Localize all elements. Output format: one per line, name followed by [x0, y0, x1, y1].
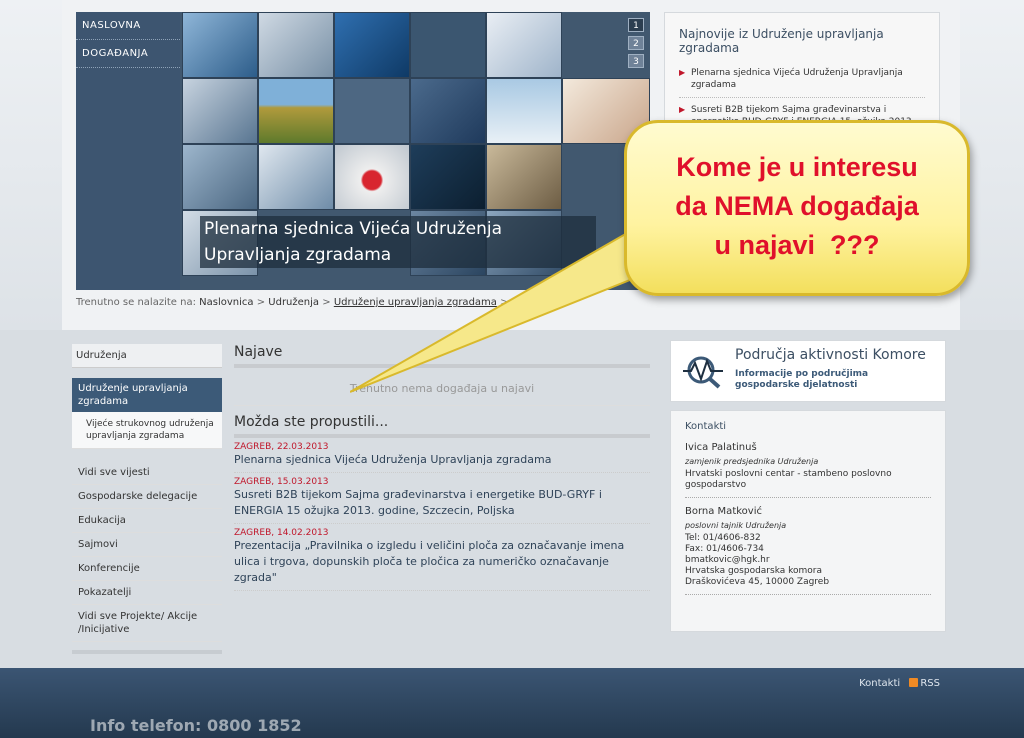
contact-tel: Tel: 01/4606-832	[685, 533, 761, 543]
tile-chart	[486, 12, 562, 78]
activity-areas-title: Područja aktivnosti Komore	[735, 347, 926, 363]
hero-page-3[interactable]: 3	[628, 54, 644, 68]
left-sidebar: Udruženja Udruženje upravljanja zgradama…	[72, 344, 222, 654]
right-column: Područja aktivnosti Komore Informacije p…	[670, 340, 946, 632]
tile-office	[182, 78, 258, 144]
breadcrumb-separator: >	[256, 297, 266, 308]
callout-line: Kome je u interesu	[676, 152, 918, 182]
contact-address: Draškovićeva 45, 10000 Zagreb	[685, 577, 830, 587]
activity-areas-box[interactable]: Područja aktivnosti Komore Informacije p…	[670, 340, 946, 402]
tile-field	[258, 78, 334, 144]
activity-areas-subtitle: Informacije po područjima gospodarske dj…	[735, 369, 869, 390]
footer-links: Kontakti RSS	[859, 678, 940, 689]
hero-page-1[interactable]: 1	[628, 18, 644, 32]
tile-meeting	[410, 144, 486, 210]
tile-cubes	[334, 144, 410, 210]
divider	[685, 497, 931, 498]
hero-nav: NASLOVNA DOGAĐANJA	[76, 12, 180, 290]
sidebar-item[interactable]: Pokazatelji	[72, 581, 222, 605]
tile-signing	[258, 144, 334, 210]
entry-title[interactable]: Plenarna sjednica Vijeća Udruženja Uprav…	[234, 452, 650, 468]
sidebar-bottom-bar	[72, 650, 222, 654]
entry-date: ZAGREB, 22.03.2013	[234, 442, 329, 452]
footer: Kontakti RSS Info telefon: 0800 1852	[0, 668, 1024, 738]
rss-icon[interactable]	[909, 678, 919, 687]
empty-events-message: Trenutno nema događaja u najavi	[234, 368, 650, 406]
sidebar-item-active[interactable]: Udruženje upravljanja zgradama	[72, 378, 222, 412]
news-title: Najnovije iz Udruženje upravljanja zgrad…	[679, 27, 884, 55]
info-phone: Info telefon: 0800 1852	[90, 716, 302, 735]
contact-org: Hrvatski poslovni centar - stambeno posl…	[685, 469, 892, 490]
contact-role: poslovni tajnik Udruženja	[685, 521, 787, 530]
sidebar-list: Vidi sve vijesti Gospodarske delegacije …	[72, 461, 222, 642]
sidebar-item[interactable]: Sajmovi	[72, 533, 222, 557]
entry-title[interactable]: Susreti B2B tijekom Sajma građevinarstva…	[234, 487, 650, 519]
tile-handshake	[334, 12, 410, 78]
nav-dogadanja[interactable]: DOGAĐANJA	[76, 40, 180, 68]
sidebar-title[interactable]: Udruženja	[72, 344, 222, 368]
sidebar-subitem[interactable]: Vijeće strukovnog udruženja upravljanja …	[72, 412, 222, 449]
breadcrumb-current[interactable]: Udruženje upravljanja zgradama	[334, 297, 497, 308]
entry-date: ZAGREB, 15.03.2013	[234, 477, 329, 487]
magnifier-chart-icon	[683, 356, 723, 389]
tile-workers	[258, 12, 334, 78]
tile-train	[182, 12, 258, 78]
breadcrumb-separator: >	[322, 297, 331, 308]
tile-building	[486, 144, 562, 210]
breadcrumb-naslovnica[interactable]: Naslovnica	[199, 297, 253, 308]
sidebar-item[interactable]: Vidi sve vijesti	[72, 461, 222, 485]
news-item[interactable]: Plenarna sjednica Vijeća Udruženja Uprav…	[679, 67, 925, 98]
nav-naslovna[interactable]: NASLOVNA	[76, 12, 180, 40]
sidebar-item[interactable]: Gospodarske delegacije	[72, 485, 222, 509]
list-item: ZAGREB, 14.02.2013 Prezentacija „Praviln…	[234, 524, 650, 591]
tile-coins	[182, 144, 258, 210]
tile-blank	[410, 12, 486, 78]
main-content: Najave Trenutno nema događaja u najavi M…	[234, 344, 650, 591]
tile-flags	[410, 78, 486, 144]
entry-date: ZAGREB, 14.02.2013	[234, 528, 329, 538]
breadcrumb-prefix: Trenutno se nalazite na:	[76, 297, 196, 308]
list-item: ZAGREB, 22.03.2013 Plenarna sjednica Vij…	[234, 438, 650, 473]
tile-blank	[334, 78, 410, 144]
missed-title: Možda ste propustili...	[234, 414, 389, 430]
footer-contacts-link[interactable]: Kontakti	[859, 678, 900, 689]
contact-fax: Fax: 01/4606-734	[685, 544, 764, 554]
breadcrumb: Trenutno se nalazite na: Naslovnica > Ud…	[76, 297, 509, 308]
contacts-title: Kontakti	[685, 421, 727, 432]
contacts-box: Kontakti Ivica Palatinuš zamjenik predsj…	[670, 410, 946, 632]
breadcrumb-separator: >	[500, 297, 509, 308]
hero-page-2[interactable]: 2	[628, 36, 644, 50]
callout-line: da NEMA događaja	[675, 191, 919, 221]
callout-line: u najavi ???	[714, 230, 880, 260]
divider	[685, 594, 931, 595]
breadcrumb-udruzenja[interactable]: Udruženja	[268, 297, 319, 308]
tile-windmills	[486, 78, 562, 144]
list-item: ZAGREB, 15.03.2013 Susreti B2B tijekom S…	[234, 473, 650, 524]
najave-title: Najave	[234, 344, 283, 360]
callout-text: Kome je u interesu da NEMA događaja u na…	[636, 148, 958, 265]
contact-org: Hrvatska gospodarska komora	[685, 566, 823, 576]
contact-name: Borna Matković	[685, 506, 762, 517]
entry-title[interactable]: Prezentacija „Pravilnika o izgledu i vel…	[234, 538, 650, 586]
footer-rss-link[interactable]: RSS	[920, 678, 940, 689]
sidebar-item[interactable]: Vidi sve Projekte/ Akcije /Inicijative	[72, 605, 222, 642]
contact-role: zamjenik predsjednika Udruženja	[685, 457, 819, 466]
hero-pagination: 1 2 3	[628, 18, 644, 72]
sidebar-item[interactable]: Konferencije	[72, 557, 222, 581]
hero-caption[interactable]: Plenarna sjednica Vijeća Udruženja Uprav…	[200, 216, 596, 268]
contact-email[interactable]: bmatkovic@hgk.hr	[685, 555, 931, 566]
hero-banner: NASLOVNA DOGAĐANJA 1 2 3 Plenarna sjedni…	[76, 12, 650, 290]
contact-name: Ivica Palatinuš	[685, 442, 757, 453]
sidebar-item[interactable]: Edukacija	[72, 509, 222, 533]
